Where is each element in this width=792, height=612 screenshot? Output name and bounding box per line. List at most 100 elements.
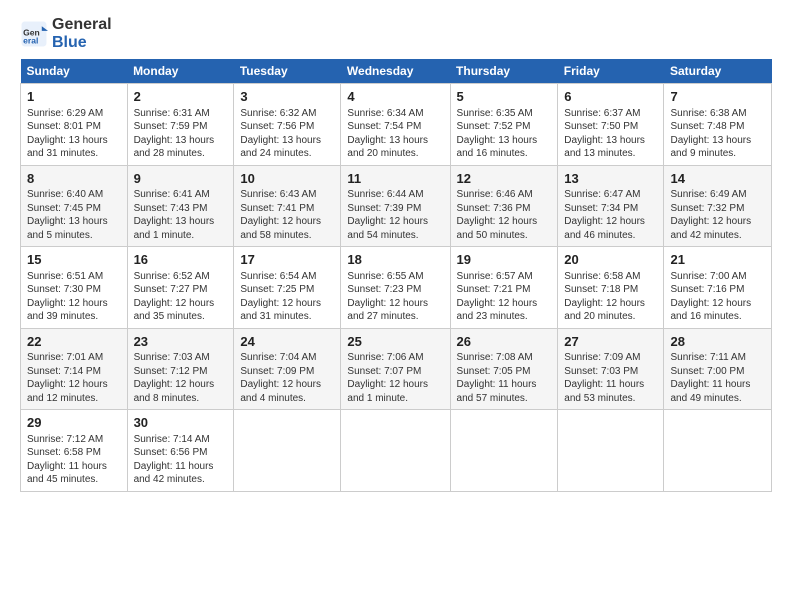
calendar-cell: 28Sunrise: 7:11 AM Sunset: 7:00 PM Dayli…: [664, 328, 772, 410]
day-info: Sunrise: 7:11 AM Sunset: 7:00 PM Dayligh…: [670, 351, 765, 405]
day-info: Sunrise: 7:12 AM Sunset: 6:58 PM Dayligh…: [27, 433, 121, 487]
day-number: 2: [134, 88, 228, 106]
calendar-cell: 11Sunrise: 6:44 AM Sunset: 7:39 PM Dayli…: [341, 165, 450, 247]
day-number: 24: [240, 333, 334, 351]
calendar-cell: 7Sunrise: 6:38 AM Sunset: 7:48 PM Daylig…: [664, 84, 772, 166]
calendar-cell: 21Sunrise: 7:00 AM Sunset: 7:16 PM Dayli…: [664, 247, 772, 329]
day-info: Sunrise: 6:57 AM Sunset: 7:21 PM Dayligh…: [457, 270, 552, 324]
calendar-cell: 25Sunrise: 7:06 AM Sunset: 7:07 PM Dayli…: [341, 328, 450, 410]
calendar-cell: 8Sunrise: 6:40 AM Sunset: 7:45 PM Daylig…: [21, 165, 128, 247]
calendar-table: SundayMondayTuesdayWednesdayThursdayFrid…: [20, 59, 772, 492]
day-info: Sunrise: 6:32 AM Sunset: 7:56 PM Dayligh…: [240, 107, 334, 161]
day-info: Sunrise: 6:46 AM Sunset: 7:36 PM Dayligh…: [457, 188, 552, 242]
calendar-cell: [450, 410, 558, 492]
calendar-cell: [558, 410, 664, 492]
day-number: 15: [27, 251, 121, 269]
day-info: Sunrise: 6:43 AM Sunset: 7:41 PM Dayligh…: [240, 188, 334, 242]
day-number: 18: [347, 251, 443, 269]
weekday-header-monday: Monday: [127, 59, 234, 84]
day-number: 1: [27, 88, 121, 106]
day-number: 6: [564, 88, 657, 106]
day-info: Sunrise: 6:51 AM Sunset: 7:30 PM Dayligh…: [27, 270, 121, 324]
weekday-header-friday: Friday: [558, 59, 664, 84]
day-number: 22: [27, 333, 121, 351]
weekday-header-wednesday: Wednesday: [341, 59, 450, 84]
day-info: Sunrise: 7:14 AM Sunset: 6:56 PM Dayligh…: [134, 433, 228, 487]
calendar-cell: 13Sunrise: 6:47 AM Sunset: 7:34 PM Dayli…: [558, 165, 664, 247]
day-info: Sunrise: 6:49 AM Sunset: 7:32 PM Dayligh…: [670, 188, 765, 242]
day-info: Sunrise: 7:06 AM Sunset: 7:07 PM Dayligh…: [347, 351, 443, 405]
day-number: 10: [240, 170, 334, 188]
day-number: 30: [134, 414, 228, 432]
calendar-cell: 17Sunrise: 6:54 AM Sunset: 7:25 PM Dayli…: [234, 247, 341, 329]
calendar-cell: 20Sunrise: 6:58 AM Sunset: 7:18 PM Dayli…: [558, 247, 664, 329]
day-number: 16: [134, 251, 228, 269]
day-number: 5: [457, 88, 552, 106]
calendar-cell: 29Sunrise: 7:12 AM Sunset: 6:58 PM Dayli…: [21, 410, 128, 492]
calendar-cell: 18Sunrise: 6:55 AM Sunset: 7:23 PM Dayli…: [341, 247, 450, 329]
day-info: Sunrise: 7:03 AM Sunset: 7:12 PM Dayligh…: [134, 351, 228, 405]
weekday-header-saturday: Saturday: [664, 59, 772, 84]
calendar-cell: 9Sunrise: 6:41 AM Sunset: 7:43 PM Daylig…: [127, 165, 234, 247]
day-info: Sunrise: 6:37 AM Sunset: 7:50 PM Dayligh…: [564, 107, 657, 161]
calendar-cell: 10Sunrise: 6:43 AM Sunset: 7:41 PM Dayli…: [234, 165, 341, 247]
day-number: 21: [670, 251, 765, 269]
calendar-cell: [341, 410, 450, 492]
day-info: Sunrise: 6:29 AM Sunset: 8:01 PM Dayligh…: [27, 107, 121, 161]
day-number: 8: [27, 170, 121, 188]
day-info: Sunrise: 7:08 AM Sunset: 7:05 PM Dayligh…: [457, 351, 552, 405]
calendar-cell: 14Sunrise: 6:49 AM Sunset: 7:32 PM Dayli…: [664, 165, 772, 247]
day-info: Sunrise: 6:58 AM Sunset: 7:18 PM Dayligh…: [564, 270, 657, 324]
day-number: 7: [670, 88, 765, 106]
logo-icon: Gen eral: [20, 20, 48, 48]
day-number: 27: [564, 333, 657, 351]
logo: Gen eral General Blue: [20, 16, 112, 51]
day-number: 19: [457, 251, 552, 269]
day-number: 11: [347, 170, 443, 188]
day-number: 9: [134, 170, 228, 188]
svg-text:eral: eral: [23, 35, 38, 45]
calendar-cell: 26Sunrise: 7:08 AM Sunset: 7:05 PM Dayli…: [450, 328, 558, 410]
calendar-cell: 24Sunrise: 7:04 AM Sunset: 7:09 PM Dayli…: [234, 328, 341, 410]
day-info: Sunrise: 6:47 AM Sunset: 7:34 PM Dayligh…: [564, 188, 657, 242]
day-number: 28: [670, 333, 765, 351]
day-number: 23: [134, 333, 228, 351]
calendar-cell: 23Sunrise: 7:03 AM Sunset: 7:12 PM Dayli…: [127, 328, 234, 410]
day-info: Sunrise: 7:00 AM Sunset: 7:16 PM Dayligh…: [670, 270, 765, 324]
day-info: Sunrise: 7:09 AM Sunset: 7:03 PM Dayligh…: [564, 351, 657, 405]
calendar-cell: 6Sunrise: 6:37 AM Sunset: 7:50 PM Daylig…: [558, 84, 664, 166]
day-number: 4: [347, 88, 443, 106]
calendar-cell: [664, 410, 772, 492]
day-info: Sunrise: 6:34 AM Sunset: 7:54 PM Dayligh…: [347, 107, 443, 161]
day-info: Sunrise: 6:41 AM Sunset: 7:43 PM Dayligh…: [134, 188, 228, 242]
calendar-cell: 22Sunrise: 7:01 AM Sunset: 7:14 PM Dayli…: [21, 328, 128, 410]
day-number: 20: [564, 251, 657, 269]
calendar-cell: [234, 410, 341, 492]
weekday-header-tuesday: Tuesday: [234, 59, 341, 84]
day-info: Sunrise: 6:38 AM Sunset: 7:48 PM Dayligh…: [670, 107, 765, 161]
day-number: 14: [670, 170, 765, 188]
day-info: Sunrise: 6:40 AM Sunset: 7:45 PM Dayligh…: [27, 188, 121, 242]
calendar-cell: 5Sunrise: 6:35 AM Sunset: 7:52 PM Daylig…: [450, 84, 558, 166]
calendar-cell: 2Sunrise: 6:31 AM Sunset: 7:59 PM Daylig…: [127, 84, 234, 166]
calendar-cell: 27Sunrise: 7:09 AM Sunset: 7:03 PM Dayli…: [558, 328, 664, 410]
day-info: Sunrise: 7:01 AM Sunset: 7:14 PM Dayligh…: [27, 351, 121, 405]
logo-text: General Blue: [52, 16, 112, 51]
day-info: Sunrise: 6:31 AM Sunset: 7:59 PM Dayligh…: [134, 107, 228, 161]
day-info: Sunrise: 6:44 AM Sunset: 7:39 PM Dayligh…: [347, 188, 443, 242]
day-number: 26: [457, 333, 552, 351]
weekday-header-thursday: Thursday: [450, 59, 558, 84]
day-info: Sunrise: 6:52 AM Sunset: 7:27 PM Dayligh…: [134, 270, 228, 324]
calendar-cell: 4Sunrise: 6:34 AM Sunset: 7:54 PM Daylig…: [341, 84, 450, 166]
day-number: 17: [240, 251, 334, 269]
calendar-cell: 12Sunrise: 6:46 AM Sunset: 7:36 PM Dayli…: [450, 165, 558, 247]
day-number: 29: [27, 414, 121, 432]
calendar-cell: 1Sunrise: 6:29 AM Sunset: 8:01 PM Daylig…: [21, 84, 128, 166]
day-number: 13: [564, 170, 657, 188]
calendar-cell: 30Sunrise: 7:14 AM Sunset: 6:56 PM Dayli…: [127, 410, 234, 492]
day-number: 25: [347, 333, 443, 351]
day-number: 3: [240, 88, 334, 106]
calendar-cell: 19Sunrise: 6:57 AM Sunset: 7:21 PM Dayli…: [450, 247, 558, 329]
day-number: 12: [457, 170, 552, 188]
day-info: Sunrise: 7:04 AM Sunset: 7:09 PM Dayligh…: [240, 351, 334, 405]
